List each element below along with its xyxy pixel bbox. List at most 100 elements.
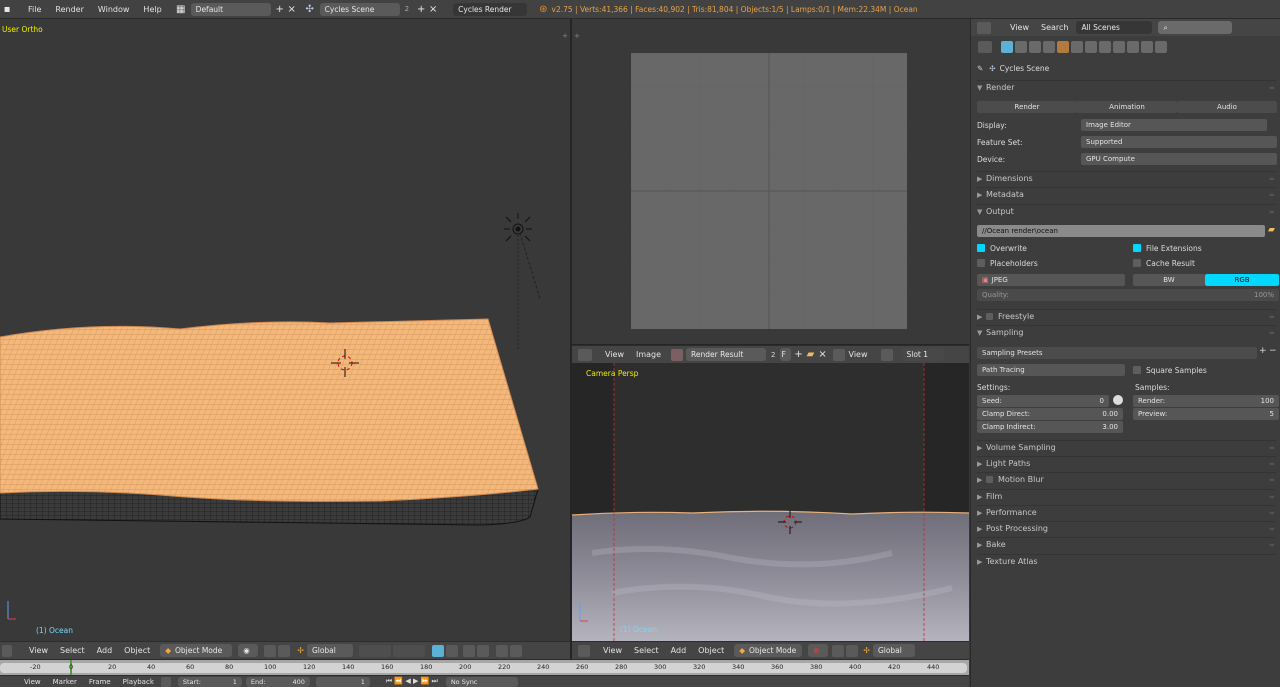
image-browse-icon[interactable] — [671, 348, 684, 361]
panel-grip-icon-13[interactable]: ═ — [1270, 541, 1274, 549]
pin-icon[interactable]: ✎ — [977, 64, 983, 73]
area-corner-icon-2[interactable]: + — [574, 32, 580, 40]
panel-grip-icon-8[interactable]: ═ — [1270, 460, 1274, 468]
editor-type-props-icon[interactable] — [978, 41, 992, 53]
add-layout-icon[interactable]: + — [274, 3, 286, 15]
render-preview-icon[interactable] — [495, 644, 508, 657]
placeholders-checkbox[interactable] — [977, 259, 985, 267]
ocean-wireframe-mesh[interactable] — [0, 19, 570, 641]
performance-panel-header[interactable]: ▶ Performance ═ — [977, 505, 1276, 519]
tab-modifiers-icon[interactable] — [1085, 41, 1097, 53]
screen-layout-field[interactable]: Default — [190, 2, 271, 16]
seed-field[interactable]: Seed: 0 — [977, 395, 1109, 407]
snap-element-icon[interactable] — [476, 644, 489, 657]
props-menu-search[interactable]: Search — [1035, 23, 1074, 32]
pivot-point-icon[interactable] — [264, 644, 277, 657]
unlink-image-icon[interactable]: × — [817, 349, 829, 361]
menu-render[interactable]: Render — [48, 5, 90, 14]
remove-scene-icon[interactable]: × — [427, 3, 439, 15]
scene-icon[interactable]: ✣ — [304, 3, 316, 15]
layer-buttons-icon[interactable] — [358, 644, 391, 657]
texture-atlas-panel-header[interactable]: ▶ Texture Atlas — [977, 554, 1276, 568]
snap-icon[interactable] — [462, 644, 475, 657]
volume-sampling-panel-header[interactable]: ▶ Volume Sampling ═ — [977, 440, 1276, 454]
scene-filter-dropdown[interactable]: All Scenes — [1076, 21, 1153, 34]
color-bw-button[interactable]: BW — [1133, 274, 1205, 286]
tab-object-icon[interactable] — [1057, 41, 1069, 53]
clamp-indirect-field[interactable]: Clamp Indirect: 3.00 — [977, 421, 1123, 433]
tab-texture-icon[interactable] — [1127, 41, 1139, 53]
tab-physics-icon[interactable] — [1155, 41, 1167, 53]
square-samples-checkbox[interactable] — [1133, 366, 1141, 374]
post-processing-panel-header[interactable]: ▶ Post Processing ═ — [977, 521, 1276, 535]
cam-orientation-dropdown[interactable]: Global — [872, 644, 915, 657]
timeline-menu-playback[interactable]: Playback — [117, 678, 160, 686]
tab-data-icon[interactable] — [1099, 41, 1111, 53]
proportional-edit-icon[interactable] — [445, 644, 458, 657]
editor-type-icon[interactable]: ▪ — [1, 3, 13, 15]
props-search-input[interactable]: ⌕ — [1158, 21, 1233, 34]
timeline-menu-frame[interactable]: Frame — [83, 678, 117, 686]
panel-grip-icon[interactable]: ═ — [1270, 84, 1274, 92]
motion-blur-panel-header[interactable]: ▶ Motion Blur ═ — [977, 472, 1276, 486]
tab-world-icon[interactable] — [1043, 41, 1055, 53]
layer-buttons-2-icon[interactable] — [392, 644, 425, 657]
playback-controls[interactable]: ⏮ ⏪ ◀ ▶ ⏩ ⏭ — [386, 677, 438, 686]
panel-grip-icon-3[interactable]: ═ — [1270, 191, 1274, 199]
editor-type-outliner-icon[interactable] — [977, 21, 991, 34]
viewport-menu-view[interactable]: View — [23, 646, 54, 655]
lock-camera-icon[interactable] — [431, 644, 444, 657]
output-path-input[interactable]: //Ocean render\ocean — [977, 225, 1265, 237]
integrator-dropdown[interactable]: Path Tracing — [977, 364, 1125, 376]
cam-menu-object[interactable]: Object — [692, 646, 730, 655]
display-dropdown[interactable]: Image Editor — [1081, 119, 1267, 131]
file-extensions-row[interactable]: File Extensions — [1133, 241, 1274, 255]
manipulator-toggle-icon[interactable] — [278, 644, 291, 657]
area-divider-horizontal[interactable] — [572, 344, 969, 345]
cam-manipulator-icon[interactable] — [846, 644, 859, 657]
preview-samples-field[interactable]: Preview: 5 — [1133, 408, 1279, 420]
audio-button[interactable]: Audio — [1177, 101, 1277, 113]
current-frame-field[interactable]: 1 — [315, 676, 370, 687]
dimensions-panel-header[interactable]: ▶ Dimensions ═ — [977, 171, 1276, 185]
animated-seed-icon[interactable] — [1113, 395, 1123, 405]
timeline-ruler[interactable]: -20 0 20 40 60 80 100 120 140 160 180 200 220 240 260 2… — [0, 659, 969, 676]
render-button[interactable]: Render — [977, 101, 1077, 113]
tab-constraints-icon[interactable] — [1071, 41, 1083, 53]
quality-slider[interactable]: Quality: 100% — [977, 289, 1279, 301]
viewport-shading-dropdown[interactable]: ◉ — [238, 644, 259, 657]
viewport-menu-object[interactable]: Object — [118, 646, 156, 655]
panel-grip-icon-12[interactable]: ═ — [1270, 525, 1274, 533]
editor-type-3d-icon[interactable] — [2, 644, 12, 657]
cam-pivot-icon[interactable] — [832, 644, 845, 657]
render-samples-field[interactable]: Render: 100 — [1133, 395, 1279, 407]
panel-grip-icon-10[interactable]: ═ — [1270, 493, 1274, 501]
viewport-menu-select[interactable]: Select — [54, 646, 91, 655]
panel-grip-icon-11[interactable]: ═ — [1270, 509, 1274, 517]
viewport-3d-user-ortho[interactable]: User Ortho (1) Ocean + — [0, 19, 570, 641]
area-divider-vertical[interactable] — [570, 19, 572, 659]
cam-object-mode-dropdown[interactable]: ◆ Object Mode — [734, 644, 803, 657]
tab-render-icon[interactable] — [1001, 41, 1013, 53]
motion-blur-checkbox[interactable] — [986, 476, 993, 483]
render-engine-dropdown[interactable]: Cycles Render — [453, 2, 528, 16]
end-frame-field[interactable]: End: 400 — [245, 676, 310, 687]
render-panel-header[interactable]: ▼ Render ═ — [977, 80, 1276, 94]
overwrite-row[interactable]: Overwrite — [977, 241, 1120, 255]
square-samples-row[interactable]: Square Samples — [1133, 363, 1274, 377]
editor-type-3d-icon-2[interactable] — [578, 644, 590, 657]
menu-window[interactable]: Window — [91, 5, 137, 14]
scene-field[interactable]: Cycles Scene — [319, 2, 400, 16]
open-image-icon[interactable]: ▰ — [805, 349, 817, 361]
output-panel-header[interactable]: ▼ Output ═ — [977, 204, 1276, 218]
area-corner-icon[interactable]: + — [562, 32, 568, 40]
tab-scene-icon[interactable] — [1029, 41, 1041, 53]
film-panel-header[interactable]: ▶ Film ═ — [977, 489, 1276, 503]
start-frame-field[interactable]: Start: 1 — [177, 676, 242, 687]
device-dropdown[interactable]: GPU Compute — [1081, 153, 1277, 165]
add-scene-icon[interactable]: + — [415, 3, 427, 15]
cam-menu-view[interactable]: View — [597, 646, 628, 655]
image-editor-area[interactable]: + — [572, 19, 969, 345]
panel-grip-icon-5[interactable]: ═ — [1270, 313, 1274, 321]
image-view-dropdown[interactable]: View — [846, 350, 871, 359]
